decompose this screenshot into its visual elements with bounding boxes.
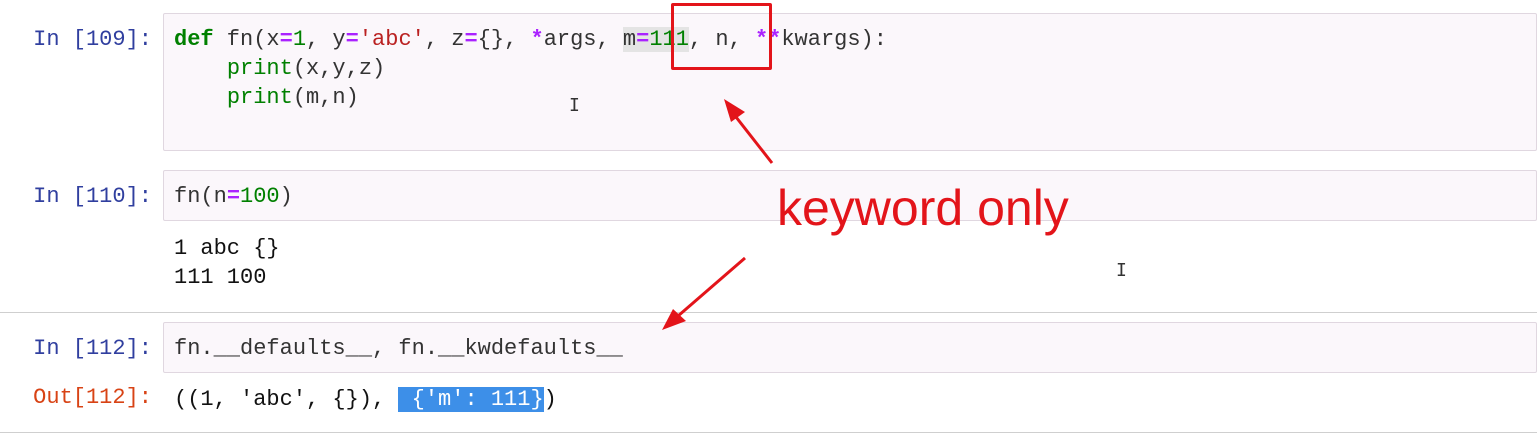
arrow-up-line bbox=[734, 116, 774, 164]
arrow-down-line bbox=[677, 256, 746, 318]
annotation-arrows bbox=[662, 99, 774, 330]
arrow-up-head bbox=[724, 99, 745, 122]
